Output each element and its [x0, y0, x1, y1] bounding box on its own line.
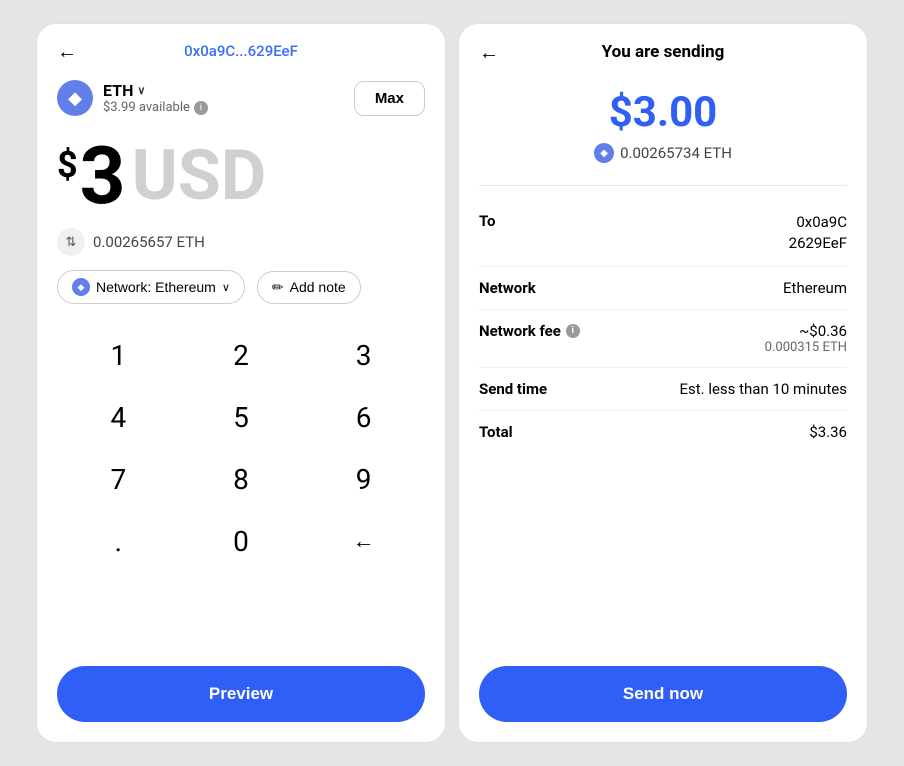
pencil-icon: ✏	[272, 279, 284, 296]
eth-logo-icon: ◆	[57, 80, 93, 116]
token-chevron-icon: ∨	[137, 84, 145, 97]
back-button-left[interactable]: ←	[57, 39, 77, 64]
key-2[interactable]: 2	[180, 324, 303, 386]
key-7[interactable]: 7	[57, 448, 180, 510]
sending-usd-amount: $3.00	[479, 88, 847, 137]
key-9[interactable]: 9	[302, 448, 425, 510]
token-balance: $3.99 available i	[103, 100, 208, 115]
balance-text: $3.99 available	[103, 100, 190, 115]
total-value: $3.36	[809, 423, 847, 441]
add-note-button[interactable]: ✏ Add note	[257, 271, 361, 304]
token-row: ◆ ETH ∨ $3.99 available i Max	[37, 70, 445, 126]
options-row: ◆ Network: Ethereum ∨ ✏ Add note	[37, 270, 445, 320]
network-eth-icon: ◆	[72, 278, 90, 296]
sending-amount-section: $3.00 ◆ 0.00265734 ETH	[459, 72, 867, 171]
address-link[interactable]: 0x0a9C...629EeF	[184, 42, 298, 60]
key-dot[interactable]: .	[57, 510, 180, 572]
network-row: Network Ethereum	[479, 267, 847, 310]
preview-button[interactable]: Preview	[57, 666, 425, 722]
send-time-value: Est. less than 10 minutes	[679, 380, 847, 398]
small-eth-icon: ◆	[594, 143, 614, 163]
left-panel: ← 0x0a9C...629EeF ◆ ETH ∨ $3.99 availabl…	[36, 23, 446, 743]
keypad: 1 2 3 4 5 6 7 8 9 . 0 ←	[37, 320, 445, 576]
network-label: Network: Ethereum	[96, 279, 216, 295]
detail-section: To 0x0a9C 2629EeF Network Ethereum Netwo…	[459, 200, 867, 453]
sending-eth-row: ◆ 0.00265734 ETH	[479, 143, 847, 163]
token-symbol: ETH	[103, 81, 133, 100]
send-time-label: Send time	[479, 380, 569, 398]
right-header-title: You are sending	[602, 42, 725, 62]
token-name[interactable]: ETH ∨	[103, 81, 208, 100]
conversion-row: ⇅ 0.00265657 ETH	[37, 222, 445, 270]
amount-display: $ 3 USD	[37, 126, 445, 222]
fee-usd: ~$0.36	[765, 322, 847, 340]
key-0[interactable]: 0	[180, 510, 303, 572]
back-button-right[interactable]: ←	[479, 40, 499, 65]
right-panel: ← You are sending $3.00 ◆ 0.00265734 ETH…	[458, 23, 868, 743]
to-address-line2: 2629EeF	[789, 233, 847, 254]
amount-number: 3	[80, 136, 126, 216]
key-3[interactable]: 3	[302, 324, 425, 386]
key-8[interactable]: 8	[180, 448, 303, 510]
right-header: ← You are sending	[459, 24, 867, 72]
token-details: ETH ∨ $3.99 available i	[103, 81, 208, 115]
key-1[interactable]: 1	[57, 324, 180, 386]
total-row: Total $3.36	[479, 411, 847, 453]
balance-info-icon[interactable]: i	[194, 101, 208, 115]
add-note-label: Add note	[290, 279, 346, 295]
left-header: ← 0x0a9C...629EeF	[37, 24, 445, 70]
fee-label: Network fee i	[479, 322, 580, 340]
dollar-sign: $	[57, 144, 78, 186]
sending-eth-amount: 0.00265734 ETH	[620, 144, 732, 162]
token-info: ◆ ETH ∨ $3.99 available i	[57, 80, 208, 116]
total-label: Total	[479, 423, 569, 441]
fee-info-icon[interactable]: i	[566, 324, 580, 338]
fee-label-text: Network fee	[479, 322, 561, 340]
send-time-row: Send time Est. less than 10 minutes	[479, 368, 847, 411]
fee-value: ~$0.36 0.000315 ETH	[765, 322, 847, 355]
to-label: To	[479, 212, 569, 230]
network-detail-label: Network	[479, 279, 569, 297]
to-address: 0x0a9C 2629EeF	[789, 212, 847, 254]
to-row: To 0x0a9C 2629EeF	[479, 200, 847, 267]
fee-row: Network fee i ~$0.36 0.000315 ETH	[479, 310, 847, 368]
divider	[479, 185, 847, 186]
amount-currency: USD	[132, 141, 267, 211]
key-4[interactable]: 4	[57, 386, 180, 448]
eth-conversion-amount: 0.00265657 ETH	[93, 233, 205, 251]
key-6[interactable]: 6	[302, 386, 425, 448]
key-backspace[interactable]: ←	[302, 510, 425, 572]
to-address-line1: 0x0a9C	[789, 212, 847, 233]
fee-eth: 0.000315 ETH	[765, 340, 847, 355]
network-button[interactable]: ◆ Network: Ethereum ∨	[57, 270, 245, 304]
max-button[interactable]: Max	[354, 81, 425, 116]
send-now-button[interactable]: Send now	[479, 666, 847, 722]
swap-icon[interactable]: ⇅	[57, 228, 85, 256]
network-detail-value: Ethereum	[783, 279, 847, 297]
network-chevron-icon: ∨	[222, 281, 230, 294]
key-5[interactable]: 5	[180, 386, 303, 448]
